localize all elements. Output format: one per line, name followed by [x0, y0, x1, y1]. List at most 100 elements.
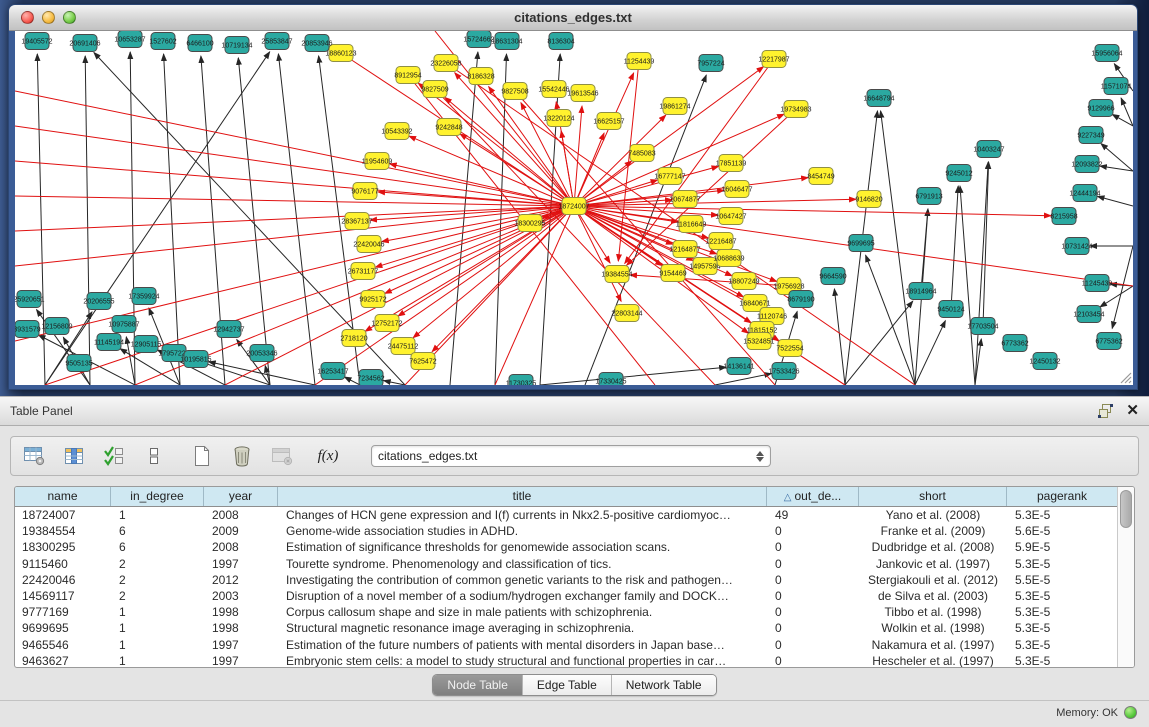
graph-node[interactable]: 18300295 [514, 215, 545, 232]
graph-node[interactable]: 8454749 [807, 168, 834, 185]
graph-node[interactable]: 17330425 [595, 373, 626, 386]
graph-node[interactable]: 2718120 [340, 330, 367, 347]
table-row[interactable]: 1830029562008Estimation of significance … [15, 539, 1117, 555]
graph-node[interactable]: 12450132 [1029, 353, 1060, 370]
graph-node[interactable]: 9925172 [359, 291, 386, 308]
graph-node[interactable]: 17703504 [967, 318, 998, 335]
graph-node[interactable]: 19861274 [659, 98, 690, 115]
table-row[interactable]: 969969511998Structural magnetic resonanc… [15, 620, 1117, 636]
graph-node[interactable]: 9505135 [65, 355, 92, 372]
column-header[interactable]: pagerank [1007, 487, 1117, 506]
graph-node[interactable]: 1527602 [149, 33, 176, 50]
select-rows-icon[interactable] [101, 443, 127, 469]
graph-node[interactable]: 26731177 [348, 263, 379, 280]
graph-node[interactable]: 25853847 [261, 33, 292, 50]
graph-node[interactable]: 12156809 [41, 318, 72, 335]
network-graph[interactable]: 18724007 8912954 23226058 9827509 10543392 11… [15, 31, 1133, 385]
graph-node[interactable]: 12103454 [1073, 306, 1104, 323]
table-settings-icon[interactable] [21, 443, 47, 469]
graph-node[interactable]: 18807249 [728, 273, 759, 290]
table-row[interactable]: 946362711997Embryonic stem cells: a mode… [15, 653, 1117, 668]
graph-node[interactable]: 20853946 [301, 35, 332, 52]
graph-node[interactable]: 20053346 [246, 345, 277, 362]
graph-node[interactable]: 12905115 [131, 336, 162, 353]
graph-node[interactable]: 17851139 [716, 155, 747, 172]
graph-node[interactable]: 9146820 [855, 191, 882, 208]
graph-node[interactable]: 9242848 [435, 119, 462, 136]
column-header[interactable]: in_degree [111, 487, 204, 506]
graph-node[interactable]: 11730325 [506, 375, 537, 386]
vertical-scrollbar[interactable] [1117, 487, 1134, 667]
column-header[interactable]: △out_de... [767, 487, 859, 506]
network-table-selector[interactable]: citations_edges.txt [371, 445, 771, 467]
table-row[interactable]: 1456911722003Disruption of a novel membe… [15, 588, 1117, 604]
graph-node[interactable]: 12164877 [669, 241, 700, 258]
graph-node[interactable]: 19384554 [601, 266, 632, 283]
graph-node[interactable]: 11571074 [1101, 78, 1132, 95]
minimize-window-icon[interactable] [42, 11, 55, 24]
graph-node[interactable]: 10653287 [114, 31, 145, 48]
graph-node[interactable]: 9245012 [945, 165, 972, 182]
graph-node[interactable]: 9699695 [847, 235, 874, 252]
column-header[interactable]: name [15, 487, 111, 506]
window-titlebar[interactable]: citations_edges.txt [9, 5, 1137, 31]
delete-table-icon[interactable] [229, 443, 255, 469]
table-row[interactable]: 977716911998Corpus callosum shape and si… [15, 604, 1117, 620]
graph-node[interactable]: 9827509 [421, 81, 448, 98]
graph-node[interactable]: 9450124 [937, 301, 964, 318]
graph-node[interactable]: 12216487 [705, 233, 736, 250]
graph-node[interactable]: 28367137 [341, 213, 372, 230]
graph-node[interactable]: 10688639 [713, 250, 744, 267]
graph-node[interactable]: 6466100 [186, 35, 213, 52]
graph-node[interactable]: 10647427 [715, 208, 746, 225]
graph-node[interactable]: 10543392 [381, 123, 412, 140]
graph-node[interactable]: 16625157 [593, 113, 624, 130]
graph-node[interactable]: 14136141 [723, 358, 754, 375]
tab-node-table[interactable]: Node Table [433, 675, 523, 695]
graph-node[interactable]: 11954609 [362, 153, 393, 170]
graph-node[interactable]: 7625472 [409, 353, 436, 370]
graph-node[interactable]: 19405572 [21, 33, 52, 50]
column-header[interactable]: short [859, 487, 1007, 506]
graph-node[interactable]: 19734983 [780, 101, 811, 118]
graph-node[interactable]: 16777147 [654, 168, 685, 185]
graph-node[interactable]: 8186328 [467, 68, 494, 85]
graph-node[interactable]: 10195815 [180, 351, 211, 368]
graph-node[interactable]: 25920651 [15, 291, 45, 308]
graph-node[interactable]: 11816649 [676, 216, 707, 233]
graph-node[interactable]: 15542446 [538, 81, 569, 98]
table-row[interactable]: 946554611997Estimation of the future num… [15, 637, 1117, 653]
graph-node[interactable]: 8679190 [787, 291, 814, 308]
close-panel-icon[interactable]: ✕ [1126, 403, 1139, 419]
graph-node[interactable]: 20206555 [83, 293, 114, 310]
table-row[interactable]: 2242004622012Investigating the contribut… [15, 572, 1117, 588]
row-height-icon[interactable] [141, 443, 167, 469]
graph-node[interactable]: 23226058 [430, 55, 461, 72]
graph-node[interactable]: 6791913 [915, 188, 942, 205]
graph-node[interactable]: 22803144 [611, 305, 642, 322]
graph-node[interactable]: 17359924 [128, 288, 159, 305]
graph-node[interactable]: 15724662 [463, 31, 494, 48]
graph-node[interactable]: 10975887 [108, 316, 139, 333]
graph-node[interactable]: 6773362 [1001, 335, 1028, 352]
graph-node[interactable]: 6775362 [1095, 333, 1122, 350]
graph-node[interactable]: 9227349 [1077, 127, 1104, 144]
graph-node[interactable]: 18724007 [558, 198, 589, 215]
graph-node[interactable]: 12942737 [213, 321, 244, 338]
graph-node[interactable]: 9827508 [501, 83, 528, 100]
graph-node[interactable]: 18631304 [491, 33, 522, 50]
graph-node[interactable]: 10403247 [973, 141, 1004, 158]
graph-node[interactable]: 9129966 [1087, 100, 1114, 117]
graph-node[interactable]: 18914964 [905, 283, 936, 300]
graph-node[interactable]: 12444194 [1069, 185, 1100, 202]
tab-edge-table[interactable]: Edge Table [523, 675, 612, 695]
graph-node[interactable]: 16046477 [721, 181, 752, 198]
tab-network-table[interactable]: Network Table [612, 675, 716, 695]
table-row[interactable]: 1938455462009Genome-wide association stu… [15, 523, 1117, 539]
graph-node[interactable]: 7485083 [628, 145, 655, 162]
graph-node[interactable]: 8912954 [394, 67, 421, 84]
column-header[interactable]: year [204, 487, 278, 506]
graph-node[interactable]: 10731424 [1061, 238, 1092, 255]
graph-node[interactable]: 8136304 [547, 33, 574, 50]
graph-node[interactable]: 17533426 [768, 363, 799, 380]
